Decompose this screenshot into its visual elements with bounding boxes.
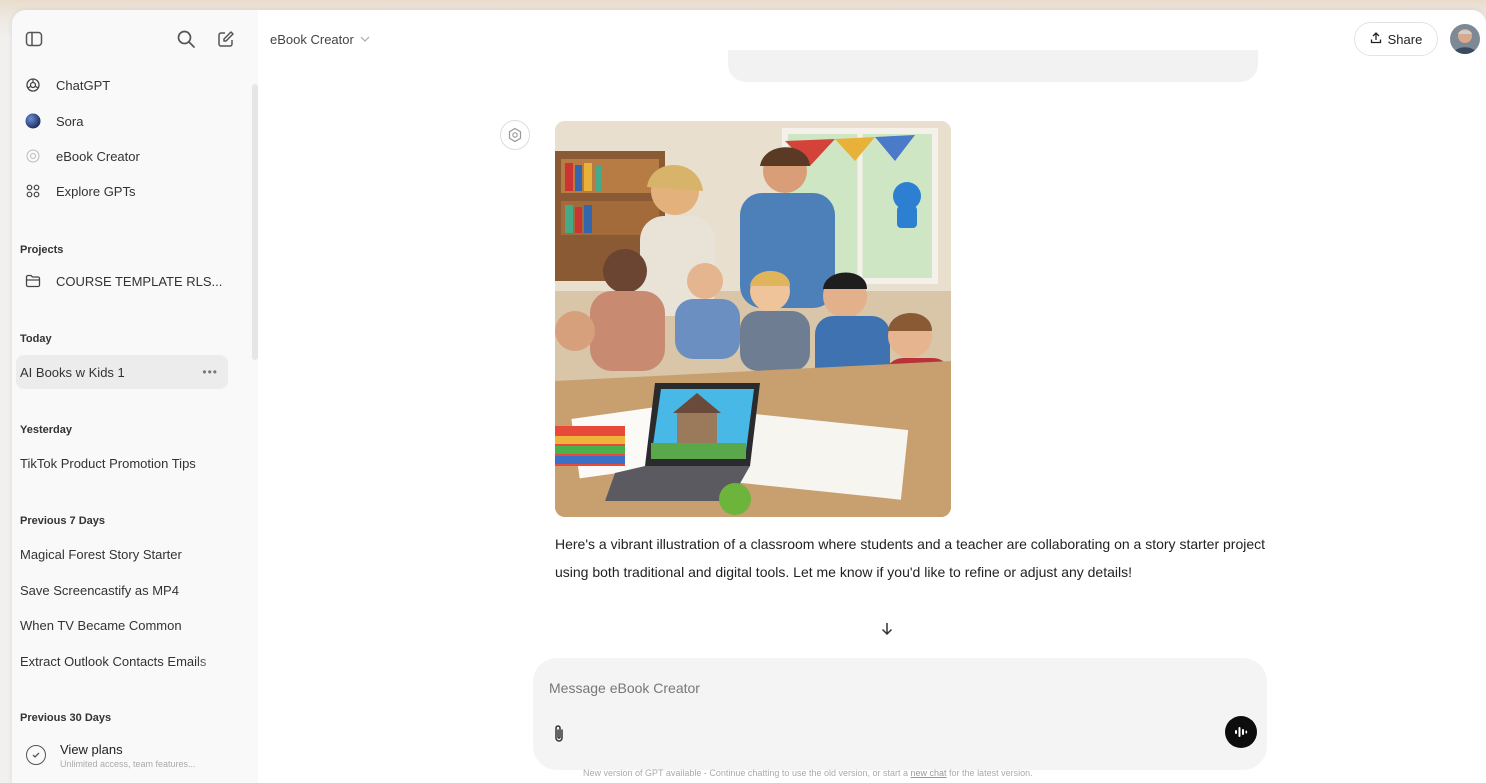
nav-label: ChatGPT (56, 77, 111, 93)
model-name: eBook Creator (270, 32, 354, 47)
share-button[interactable]: Share (1354, 22, 1438, 56)
section-label-projects: Projects (20, 244, 64, 256)
paperclip-icon[interactable] (547, 722, 571, 746)
version-notice: New version of GPT available - Continue … (583, 768, 1033, 778)
model-selector[interactable]: eBook Creator (270, 32, 370, 47)
nav-item-chatgpt[interactable]: ChatGPT (20, 70, 240, 100)
chevron-down-icon (360, 34, 370, 45)
folder-icon (24, 272, 42, 290)
history-item[interactable]: Magical Forest Story Starter (16, 537, 228, 571)
notice-text-start: New version of GPT available - Continue … (583, 768, 911, 778)
history-item-label: TikTok Product Promotion Tips (20, 455, 196, 471)
history-item-label: Magical Forest Story Starter (20, 546, 182, 562)
share-icon (1370, 31, 1382, 47)
app-window: ChatGPT Sora eBook Creator Explore GPTs … (12, 10, 1486, 783)
chatgpt-logo-icon (24, 76, 42, 94)
nav-label: Explore GPTs (56, 183, 136, 199)
history-item[interactable]: Extract Outlook Contacts Emails (16, 644, 228, 678)
section-label-today: Today (20, 333, 52, 345)
new-chat-link[interactable]: new chat (911, 768, 947, 778)
sidebar-toolbar (12, 10, 258, 68)
message-input[interactable] (549, 678, 1149, 698)
previous-user-message (728, 50, 1258, 82)
user-avatar[interactable] (1450, 24, 1480, 54)
history-item[interactable]: TikTok Product Promotion Tips (16, 446, 228, 480)
section-label-yesterday: Yesterday (20, 424, 72, 436)
assistant-reply: Here's a vibrant illustration of a class… (555, 536, 1266, 580)
project-label: COURSE TEMPLATE RLS... (56, 273, 223, 289)
history-item-label: Save Screencastify as MP4 (20, 582, 179, 598)
message-composer (533, 658, 1267, 770)
section-label-previous-7-days: Previous 7 Days (20, 515, 105, 527)
history-item-label: When TV Became Common (20, 617, 182, 633)
section-label-previous-30-days: Previous 30 Days (20, 712, 112, 724)
generated-image[interactable] (555, 121, 951, 517)
nav-item-ebook-creator[interactable]: eBook Creator (20, 141, 240, 171)
plans-icon (26, 745, 46, 765)
sora-logo-icon (24, 112, 42, 130)
plans-subtitle: Unlimited access, team features... (60, 758, 196, 769)
search-icon[interactable] (172, 25, 200, 53)
scroll-down-icon[interactable] (872, 614, 902, 644)
voice-mode-icon[interactable] (1225, 716, 1257, 748)
history-item-label: AI Books w Kids 1 (20, 364, 125, 380)
nav-item-explore-gpts[interactable]: Explore GPTs (20, 176, 240, 206)
notice-text-end: for the latest version. (946, 768, 1033, 778)
nav-label: eBook Creator (56, 148, 140, 164)
history-item[interactable]: Save Screencastify as MP4 (16, 573, 228, 607)
share-label: Share (1387, 31, 1423, 47)
history-item-active[interactable]: AI Books w Kids 1 ••• (16, 355, 228, 389)
grid-icon (24, 182, 42, 200)
more-options-icon[interactable]: ••• (202, 365, 218, 379)
view-plans-button[interactable]: View plans Unlimited access, team featur… (20, 735, 246, 775)
sidebar: ChatGPT Sora eBook Creator Explore GPTs … (12, 10, 258, 783)
history-item-label: Extract Outlook Contacts Emails (20, 653, 207, 669)
toggle-sidebar-icon[interactable] (20, 25, 48, 53)
gpt-avatar-icon (500, 120, 530, 150)
nav-label: Sora (56, 113, 84, 129)
history-item[interactable]: When TV Became Common (16, 608, 228, 642)
new-chat-icon[interactable] (212, 25, 240, 53)
gpt-icon (24, 147, 42, 165)
chat-main: eBook Creator Share Here's a vibrant ill… (258, 10, 1486, 783)
nav-item-sora[interactable]: Sora (20, 106, 240, 136)
project-item[interactable]: COURSE TEMPLATE RLS... (20, 266, 240, 296)
plans-title: View plans (60, 741, 123, 757)
